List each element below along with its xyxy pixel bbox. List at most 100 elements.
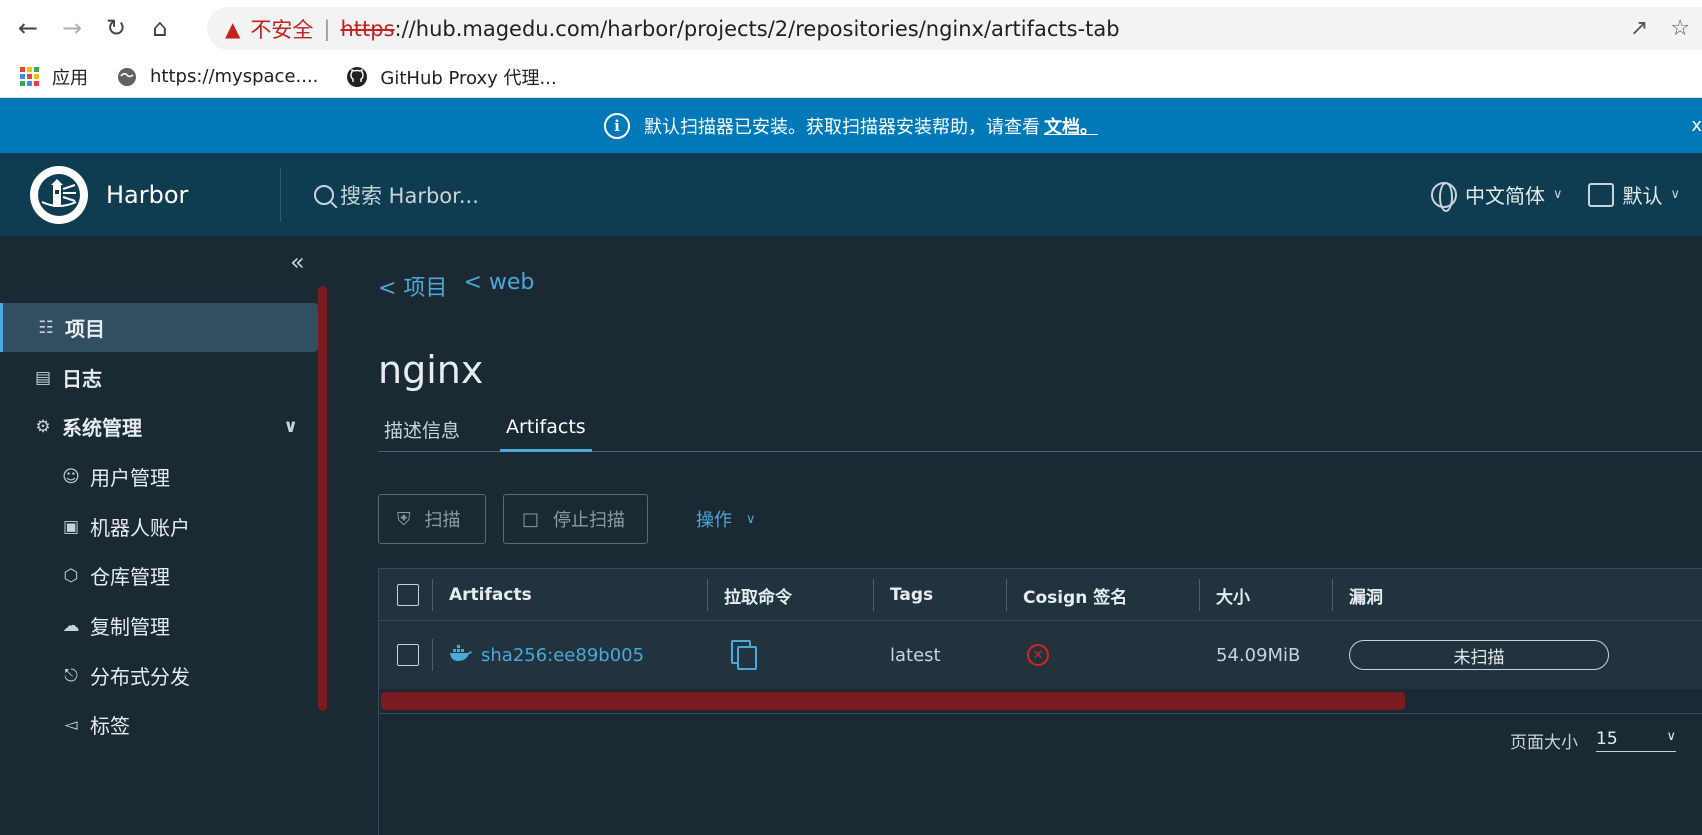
robot-icon: ▣ bbox=[62, 516, 80, 537]
info-icon: i bbox=[604, 112, 630, 139]
browser-toolbar: ← → ↻ ⌂ ▲ 不安全 | https ://hub.magedu.com/… bbox=[0, 0, 1702, 56]
page-size-value: 15 bbox=[1596, 728, 1618, 749]
datetime-format-label: 默认 bbox=[1622, 184, 1663, 208]
github-icon bbox=[346, 66, 368, 88]
breadcrumb-web[interactable]: < web bbox=[463, 270, 534, 302]
tab-artifacts[interactable]: Artifacts bbox=[500, 410, 592, 452]
chevron-down-icon: ∨ bbox=[283, 416, 298, 437]
actions-label: 操作 bbox=[696, 510, 732, 531]
column-divider bbox=[432, 639, 433, 671]
column-header-pull-command[interactable]: 拉取命令 bbox=[724, 569, 792, 621]
forward-button[interactable]: → bbox=[52, 8, 92, 48]
sidebar-scrollbar[interactable] bbox=[318, 286, 327, 711]
page-size-select[interactable]: 15 ∨ bbox=[1596, 729, 1676, 752]
chevron-down-icon: ∨ bbox=[1552, 187, 1563, 202]
bookmark-apps[interactable]: 应用 bbox=[18, 64, 88, 90]
page-size-label: 页面大小 bbox=[1510, 732, 1578, 753]
registry-icon: ⬡ bbox=[63, 565, 79, 586]
column-header-cosign[interactable]: Cosign 签名 bbox=[1023, 569, 1127, 621]
stop-scan-button[interactable]: □ 停止扫描 bbox=[503, 494, 648, 544]
chevron-down-icon: ∨ bbox=[1670, 187, 1680, 202]
bookmark-label: GitHub Proxy 代理... bbox=[380, 67, 557, 89]
sidebar-item-distributions[interactable]: ⎋ 分布式分发 bbox=[0, 651, 318, 700]
column-divider bbox=[1332, 579, 1333, 611]
sidebar-item-label: 仓库管理 bbox=[90, 565, 170, 589]
brand-name[interactable]: Harbor bbox=[106, 181, 188, 209]
scan-label: 扫描 bbox=[424, 510, 461, 531]
artifacts-table: Artifacts 拉取命令 Tags Cosign 签名 大小 漏洞 sha2… bbox=[378, 568, 1702, 835]
share-icon[interactable]: ↗ bbox=[1630, 16, 1648, 41]
column-divider bbox=[873, 579, 874, 611]
chevron-down-icon: ∨ bbox=[746, 511, 756, 527]
bookmark-label: https://myspace.... bbox=[150, 66, 319, 87]
vulnerability-status-badge[interactable]: 未扫描 bbox=[1349, 640, 1609, 670]
sidebar: « ☷ 项目 ▤ 日志 ⚙ 系统管理 ∨ ☺ 用户管理 ▣ 机器人账户 ⬡ 仓库… bbox=[0, 236, 330, 835]
reload-button[interactable]: ↻ bbox=[96, 8, 136, 48]
datetime-format-selector[interactable]: 默认 ∨ bbox=[1588, 180, 1680, 209]
artifact-size: 54.09MiB bbox=[1216, 644, 1301, 666]
column-header-artifacts[interactable]: Artifacts bbox=[449, 569, 532, 621]
sidebar-item-administration[interactable]: ⚙ 系统管理 ∨ bbox=[0, 402, 318, 451]
sidebar-item-registries[interactable]: ⬡ 仓库管理 bbox=[0, 551, 318, 600]
sidebar-item-projects[interactable]: ☷ 项目 bbox=[0, 303, 318, 352]
page-title: nginx bbox=[378, 348, 484, 392]
sidebar-item-label: 日志 bbox=[62, 367, 102, 391]
actions-dropdown[interactable]: 操作 ∨ bbox=[696, 494, 756, 544]
banner-close-icon[interactable]: x bbox=[1691, 115, 1702, 136]
sidebar-item-label: 机器人账户 bbox=[90, 516, 190, 540]
header-divider bbox=[280, 167, 281, 222]
scan-button[interactable]: ⛨ 扫描 bbox=[378, 494, 486, 544]
calendar-icon bbox=[1588, 182, 1615, 207]
info-banner: i 默认扫描器已安装。获取扫描器安装帮助，请查看 文档。 x bbox=[0, 98, 1702, 153]
column-header-size[interactable]: 大小 bbox=[1216, 569, 1250, 621]
chevron-down-icon: ∨ bbox=[1666, 728, 1676, 744]
artifact-digest-link[interactable]: sha256:ee89b005 bbox=[481, 645, 644, 666]
tab-description[interactable]: 描述信息 bbox=[378, 410, 466, 452]
address-bar[interactable]: ▲ 不安全 | https ://hub.magedu.com/harbor/p… bbox=[207, 7, 1702, 50]
bookmark-github-proxy[interactable]: GitHub Proxy 代理... bbox=[346, 64, 557, 90]
row-checkbox[interactable] bbox=[397, 621, 419, 689]
global-search[interactable]: 搜索 Harbor... bbox=[314, 153, 479, 236]
sidebar-item-label: 系统管理 bbox=[62, 416, 142, 440]
column-divider bbox=[1006, 579, 1007, 611]
projects-icon: ☷ bbox=[38, 317, 54, 338]
table-horizontal-scrollbar[interactable] bbox=[381, 692, 1405, 710]
breadcrumb-projects[interactable]: < 项目 bbox=[378, 270, 447, 302]
sidebar-item-labels[interactable]: ◅ 标签 bbox=[0, 700, 318, 749]
insecure-label: 不安全 bbox=[250, 17, 314, 42]
sidebar-item-robot-accounts[interactable]: ▣ 机器人账户 bbox=[0, 502, 318, 551]
sidebar-item-logs[interactable]: ▤ 日志 bbox=[0, 353, 318, 402]
warning-icon: ▲ bbox=[225, 16, 241, 41]
table-row: sha256:ee89b005 latest ✕ 54.09MiB 未扫描 bbox=[379, 621, 1702, 689]
table-footer: 页面大小 15 ∨ bbox=[379, 713, 1702, 765]
logs-icon: ▤ bbox=[34, 367, 52, 388]
home-button[interactable]: ⌂ bbox=[140, 8, 180, 48]
globe-icon bbox=[116, 66, 138, 88]
bookmark-myspace[interactable]: https://myspace.... bbox=[116, 66, 318, 88]
bookmarks-bar: 应用 https://myspace.... GitHub Proxy 代理..… bbox=[0, 56, 1702, 98]
back-button[interactable]: ← bbox=[8, 8, 48, 48]
column-header-tags[interactable]: Tags bbox=[890, 569, 933, 621]
sidebar-item-label: 项目 bbox=[65, 317, 105, 341]
language-selector[interactable]: 中文简体 ∨ bbox=[1430, 180, 1563, 212]
replication-icon: ☁ bbox=[62, 615, 80, 636]
sidebar-item-label: 用户管理 bbox=[90, 466, 170, 490]
globe-icon bbox=[1430, 181, 1457, 212]
stop-scan-label: 停止扫描 bbox=[553, 510, 626, 531]
url-scheme: https bbox=[340, 16, 395, 41]
banner-doc-link[interactable]: 文档。 bbox=[1044, 113, 1098, 139]
url-text: ://hub.magedu.com/harbor/projects/2/repo… bbox=[394, 16, 1120, 41]
search-input[interactable]: 搜索 Harbor... bbox=[340, 180, 479, 210]
sidebar-item-users[interactable]: ☺ 用户管理 bbox=[0, 452, 318, 501]
tag-value: latest bbox=[890, 644, 941, 666]
column-header-vulnerabilities[interactable]: 漏洞 bbox=[1349, 569, 1383, 621]
stop-icon: □ bbox=[522, 508, 540, 530]
bookmark-star-icon[interactable]: ☆ bbox=[1670, 16, 1690, 41]
sidebar-item-replication[interactable]: ☁ 复制管理 bbox=[0, 601, 318, 650]
select-all-checkbox[interactable] bbox=[397, 569, 419, 621]
copy-pull-command-icon[interactable] bbox=[731, 621, 757, 689]
sidebar-item-label: 标签 bbox=[90, 714, 130, 738]
collapse-sidebar-icon[interactable]: « bbox=[290, 248, 305, 276]
sidebar-item-label: 分布式分发 bbox=[90, 665, 190, 689]
harbor-logo[interactable] bbox=[30, 165, 88, 224]
